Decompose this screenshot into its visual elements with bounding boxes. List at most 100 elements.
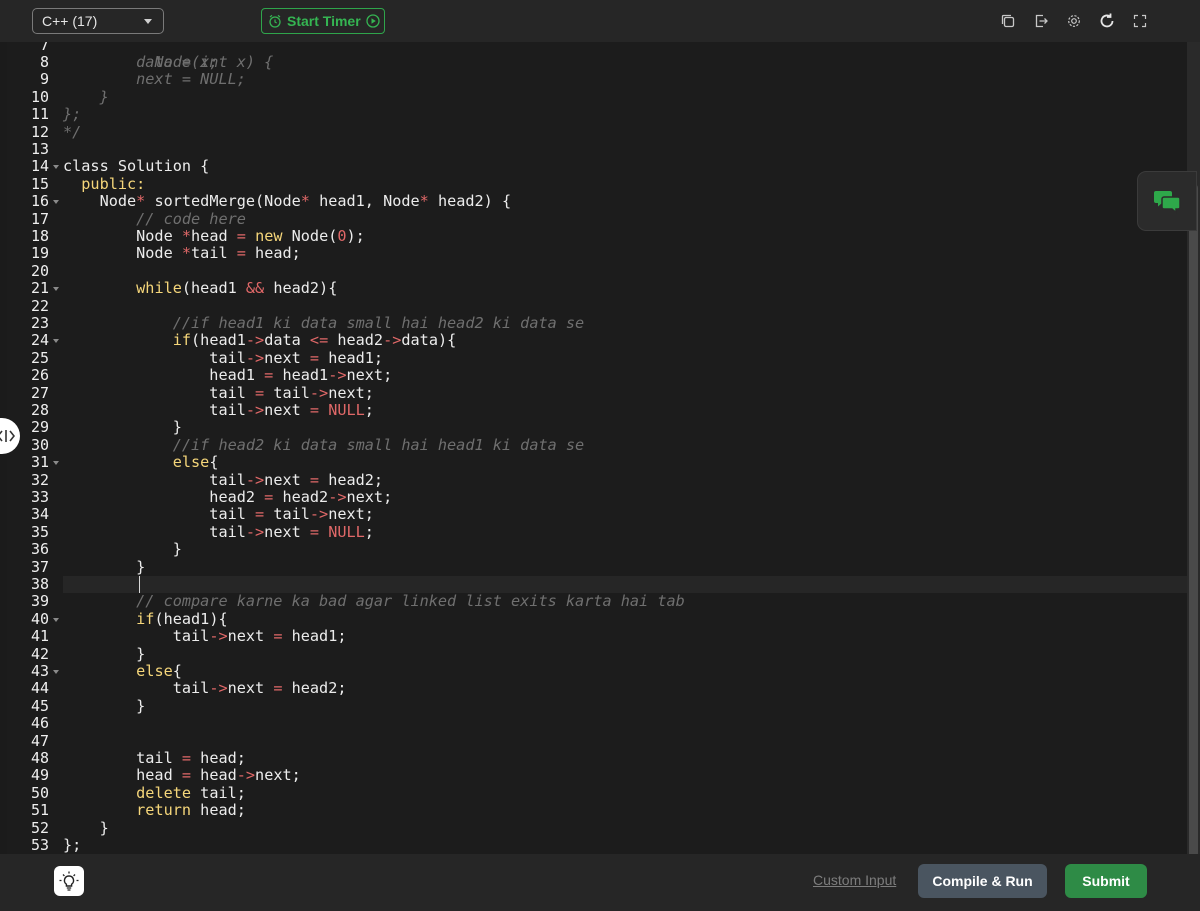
code-token: tail — [63, 383, 256, 402]
chat-bubbles-icon — [1154, 191, 1181, 214]
code-line: class Solution { — [63, 158, 1187, 175]
code-token: head2 — [273, 488, 329, 506]
line-number: 16 — [30, 192, 49, 211]
code-token: } — [63, 818, 109, 837]
code-line: Node* sortedMerge(Node* head1, Node* hea… — [63, 192, 1187, 211]
code-line: } — [63, 419, 1187, 436]
code-token: new — [255, 227, 283, 245]
code-token: head2 — [63, 488, 265, 506]
code-token: Node — [63, 227, 182, 245]
code-line: } — [63, 87, 1187, 106]
code-token: head2; — [319, 470, 384, 489]
code-token: } — [63, 540, 182, 559]
code-line: if(head1->data <= head2->data){ — [63, 332, 1187, 349]
scrollbar-thumb[interactable] — [1189, 184, 1198, 884]
custom-input-link[interactable]: Custom Input — [813, 872, 896, 888]
code-token: }; — [63, 836, 82, 854]
line-number: 42 — [30, 644, 49, 663]
code-line: }; — [63, 105, 1187, 123]
line-number: 33 — [30, 488, 49, 506]
code-token: head1, Node — [309, 192, 420, 211]
export-icon[interactable] — [1031, 11, 1051, 31]
code-line: tail = tail->next; — [63, 383, 1187, 402]
copy-icon[interactable] — [998, 11, 1018, 31]
fold-arrow-icon[interactable] — [53, 461, 59, 466]
code-token: } — [63, 87, 109, 106]
code-token: public: — [63, 174, 146, 193]
submit-button[interactable]: Submit — [1065, 864, 1147, 898]
code-editor[interactable]: 7 8 9 10 11 12 13 14 15 16 17 18 19 20 21 22 23 24 25 26 27 2… — [7, 42, 1187, 854]
reset-icon[interactable] — [1097, 11, 1117, 31]
code-line: tail->next = head2; — [63, 470, 1187, 489]
code-token: -> — [328, 366, 347, 385]
code-token: data = x; — [63, 53, 219, 71]
code-token: -> — [309, 505, 329, 524]
code-area[interactable]: Node(int x) { data = x; next = NULL; }};… — [63, 42, 1187, 854]
code-token: = — [309, 348, 320, 367]
code-line: } — [63, 540, 1187, 559]
code-token: head2; — [282, 679, 347, 698]
code-token: = — [264, 488, 274, 506]
code-token: head1; — [282, 627, 347, 646]
fold-arrow-icon[interactable] — [53, 165, 59, 170]
code-line: // code here — [63, 210, 1187, 228]
vertical-scrollbar[interactable] — [1187, 42, 1200, 884]
editor-toolbar: C++ (17) Start Timer — [0, 0, 1200, 42]
fold-arrow-icon[interactable] — [53, 339, 59, 344]
code-token: } — [63, 644, 146, 663]
code-token: next = NULL; — [63, 70, 246, 89]
code-token: next — [227, 627, 274, 646]
code-token: next — [264, 470, 310, 489]
code-token: else — [136, 662, 173, 680]
fold-arrow-icon[interactable] — [53, 670, 59, 674]
code-line: if(head1){ — [63, 609, 1187, 628]
code-token: = — [181, 749, 192, 767]
code-token: sortedMerge(Node — [145, 192, 301, 211]
code-token: * — [300, 192, 310, 211]
code-line: public: — [63, 174, 1187, 193]
code-token: next — [264, 401, 310, 419]
language-select[interactable]: C++ (17) — [32, 8, 164, 34]
code-line: } — [63, 818, 1187, 837]
code-token: tail — [63, 505, 256, 524]
settings-icon[interactable] — [1064, 11, 1084, 31]
language-select-value: C++ (17) — [42, 13, 98, 29]
code-token: } — [63, 557, 146, 576]
fullscreen-icon[interactable] — [1130, 11, 1150, 31]
code-line: else{ — [63, 662, 1187, 680]
code-token: * — [136, 192, 146, 211]
code-token: (head1){ — [154, 609, 228, 628]
line-number: 18 — [30, 227, 49, 245]
code-token: -> — [209, 627, 228, 646]
chevron-down-icon — [144, 19, 152, 24]
fold-arrow-icon[interactable] — [53, 617, 59, 622]
hint-button[interactable] — [54, 866, 84, 896]
code-line: //if head2 ki data small hai head1 ki da… — [63, 436, 1187, 454]
code-token: head; — [191, 801, 246, 820]
code-line: Node *tail = head; — [63, 245, 1187, 262]
start-timer-button[interactable]: Start Timer — [261, 8, 385, 34]
chat-button[interactable] — [1137, 171, 1197, 231]
line-number: 36 — [30, 540, 49, 559]
line-number: 50 — [30, 783, 49, 802]
code-line: tail->next = NULL; — [63, 523, 1187, 541]
code-line: } — [63, 644, 1187, 663]
line-number: 25 — [30, 348, 49, 367]
line-number: 10 — [30, 87, 49, 106]
code-line: tail->next = head1; — [63, 348, 1187, 367]
code-token: head2 — [328, 331, 384, 350]
code-line: delete tail; — [63, 784, 1187, 802]
fold-arrow-icon[interactable] — [53, 200, 59, 205]
fold-arrow-icon[interactable] — [53, 287, 59, 292]
line-number: 15 — [30, 174, 49, 193]
code-line: tail = head; — [63, 749, 1187, 767]
code-token: && — [245, 279, 265, 298]
compile-run-button[interactable]: Compile & Run — [918, 864, 1047, 898]
code-token: next; — [328, 505, 374, 524]
code-token: tail — [264, 505, 310, 524]
drag-arrows-icon — [0, 430, 15, 442]
code-token: class Solution { — [63, 157, 210, 176]
